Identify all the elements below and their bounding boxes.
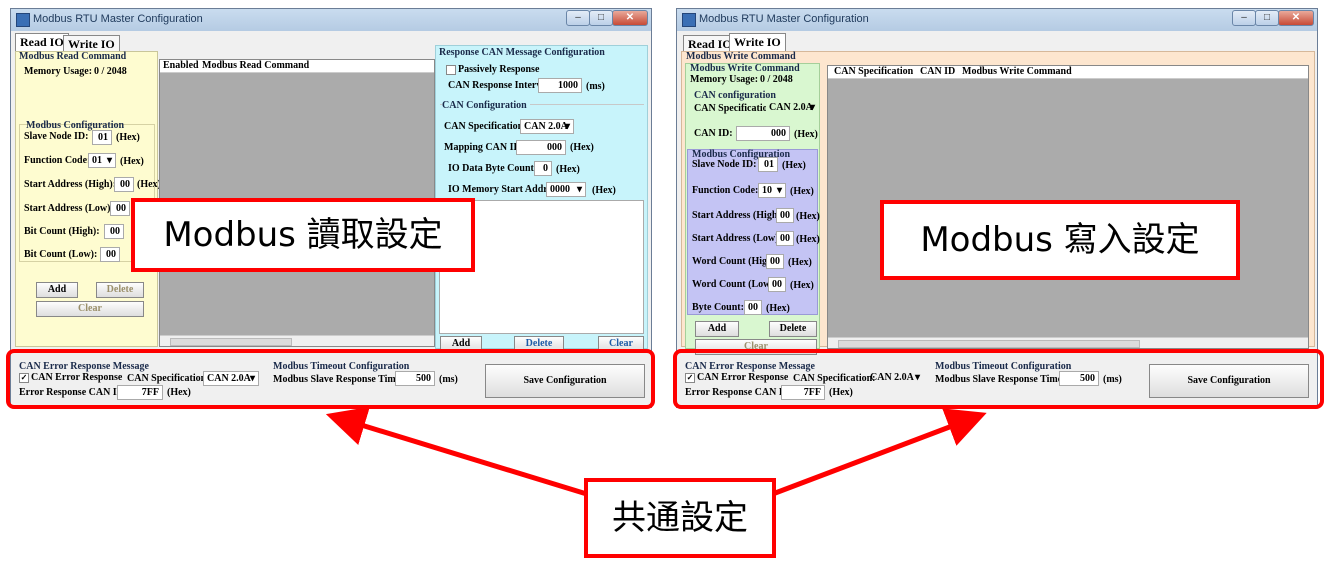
left-arrow <box>325 406 591 498</box>
right-arrow <box>769 408 987 498</box>
common-settings-callout: 共通設定 <box>584 478 776 558</box>
